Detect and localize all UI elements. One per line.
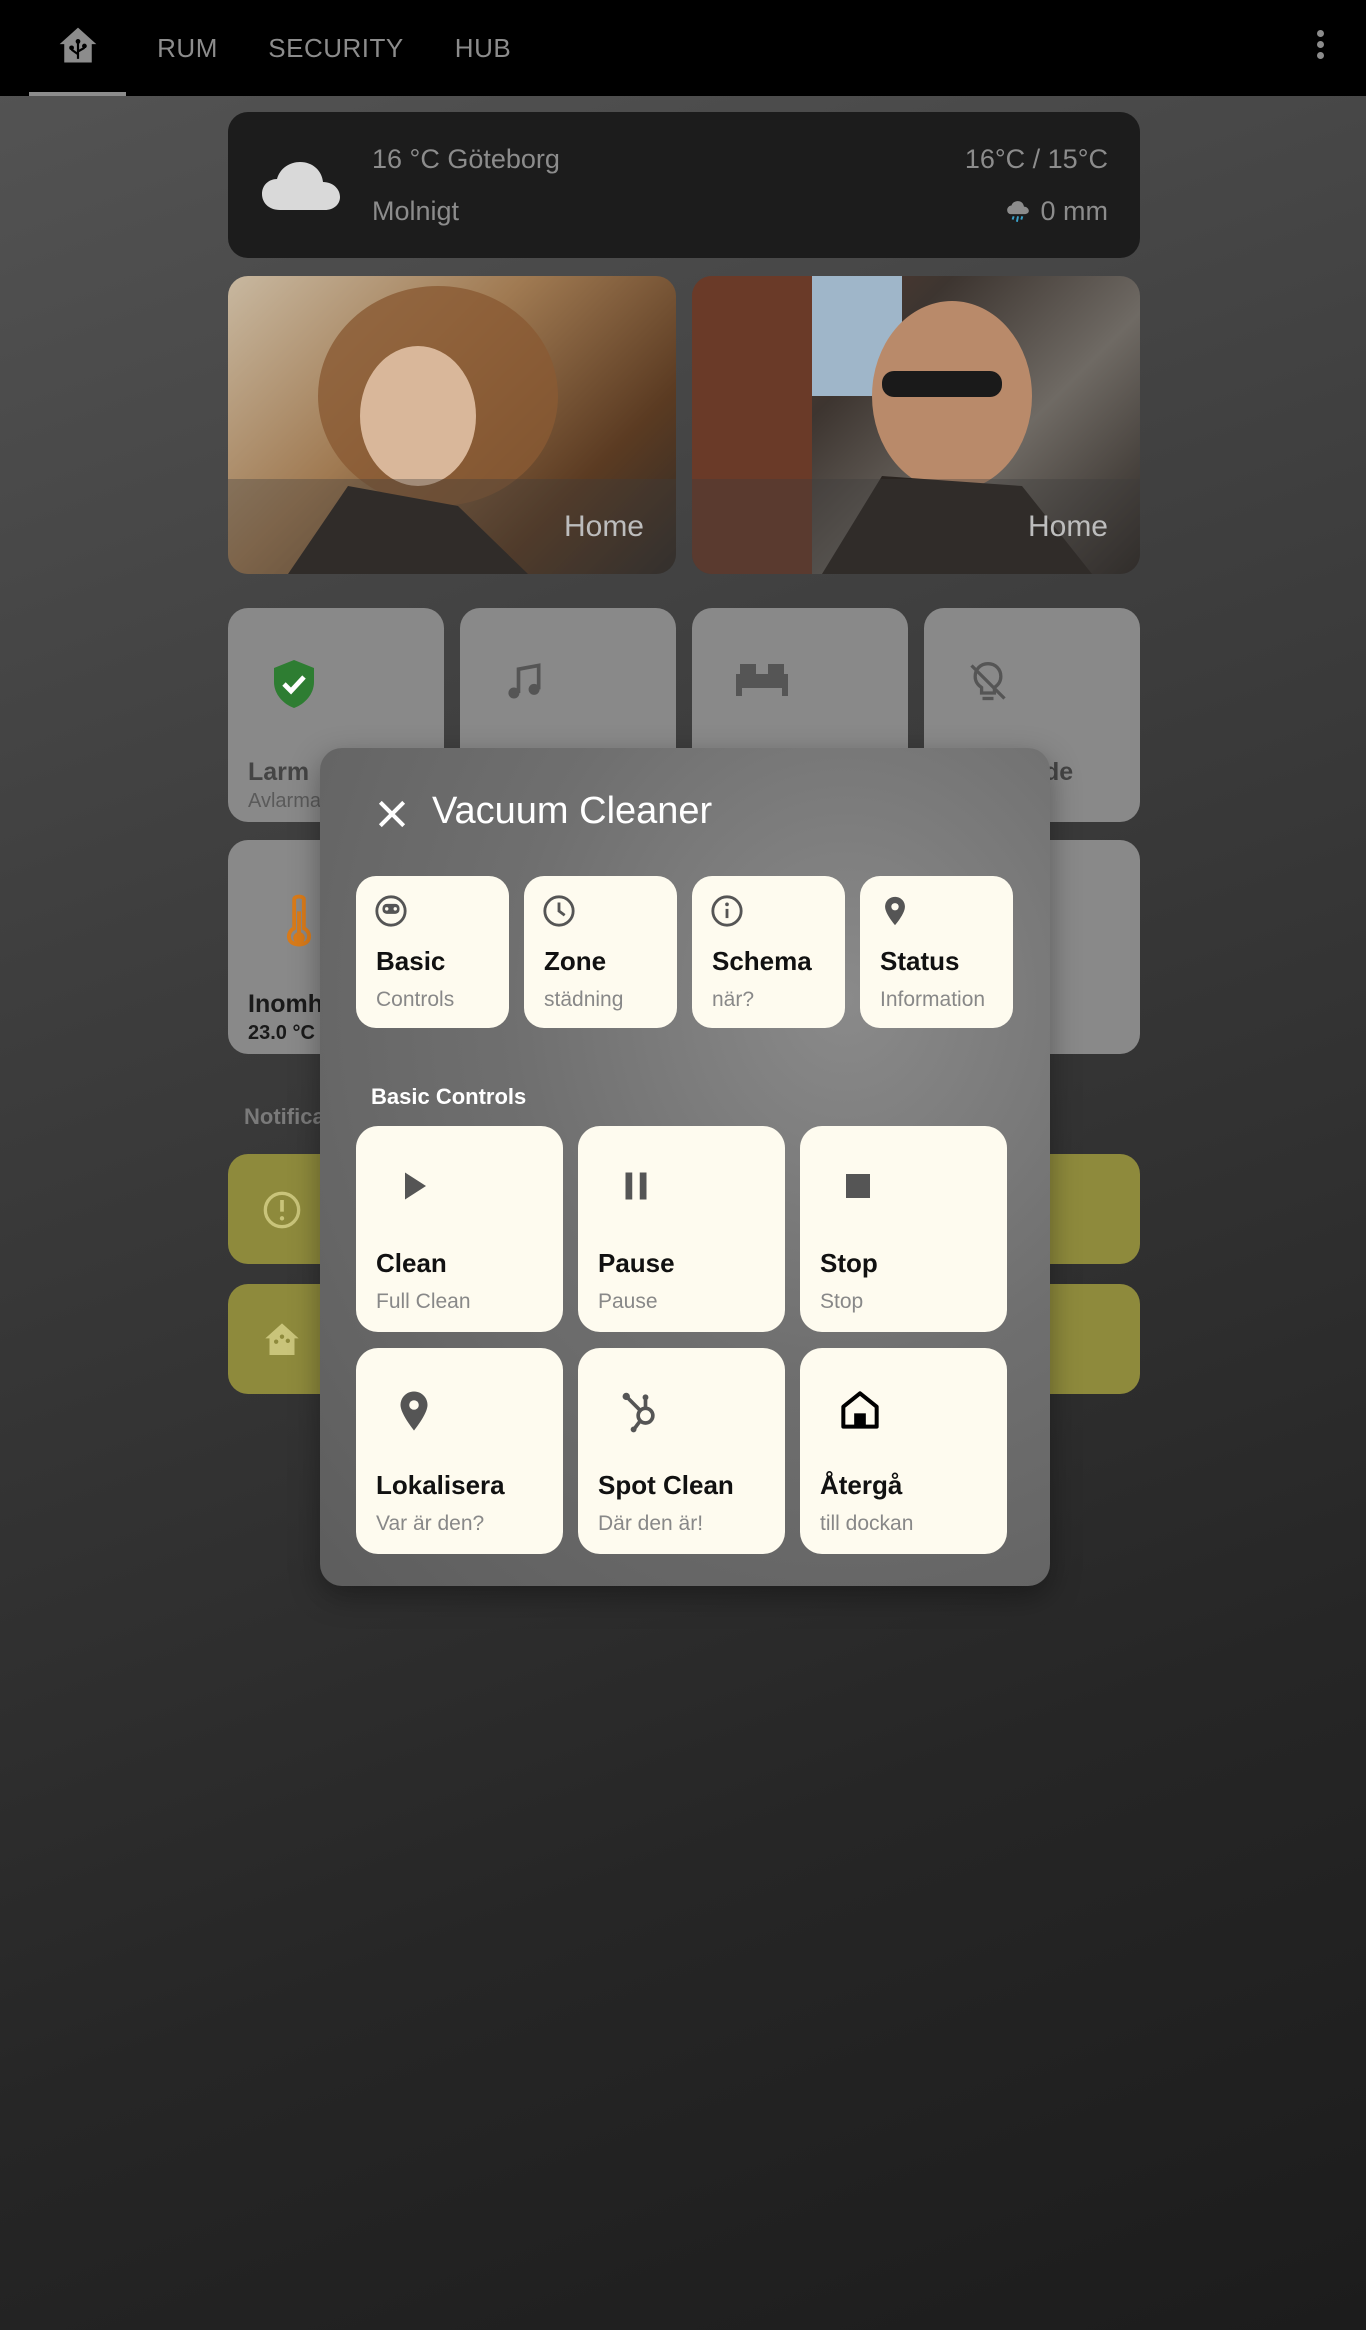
tab-hub[interactable]: HUB xyxy=(448,0,518,96)
clean-button[interactable]: Clean Full Clean xyxy=(356,1126,563,1332)
control-title: Stop xyxy=(820,1248,878,1278)
stop-icon xyxy=(846,1174,870,1198)
music-note-icon xyxy=(508,663,541,699)
clock-icon xyxy=(543,895,575,927)
hubspot-icon xyxy=(622,1392,655,1433)
tab-basic[interactable]: Basic Controls xyxy=(356,876,509,1028)
notifications-heading: Notifica xyxy=(244,1104,325,1129)
control-subtitle: Var är den? xyxy=(376,1512,485,1535)
control-subtitle: Full Clean xyxy=(376,1290,471,1313)
pause-icon xyxy=(625,1172,647,1200)
control-title: Spot Clean xyxy=(598,1470,734,1500)
weather-card[interactable]: 16 °C Göteborg Molnigt 16°C / 15°C 0 mm xyxy=(228,112,1140,258)
info-icon xyxy=(711,895,743,927)
return-to-dock-button[interactable]: Återgå till dockan xyxy=(800,1348,1007,1554)
person-card[interactable]: Home xyxy=(228,276,676,574)
shield-check-icon xyxy=(274,660,314,708)
spot-clean-button[interactable]: Spot Clean Där den är! xyxy=(578,1348,785,1554)
control-title: Återgå xyxy=(820,1470,903,1500)
person-state: Home xyxy=(1027,510,1108,543)
tab-zone[interactable]: Zone städning xyxy=(524,876,677,1028)
tile-title: Larm xyxy=(248,758,310,786)
top-app-bar: RUM SECURITY HUB xyxy=(0,0,1366,96)
tab-subtitle: städning xyxy=(544,988,624,1011)
weather-location-temp: 16 °C Göteborg xyxy=(372,144,560,174)
alert-circle-icon xyxy=(263,1191,301,1229)
dialog-title: Vacuum Cleaner xyxy=(432,790,713,832)
weather-condition: Molnigt xyxy=(372,196,460,226)
tile-subtitle: 23.0 °C xyxy=(248,1022,315,1044)
rain-cloud-icon xyxy=(1006,200,1029,222)
stop-button[interactable]: Stop Stop xyxy=(800,1126,1007,1332)
map-marker-icon xyxy=(400,1391,428,1431)
tile-subtitle: Avlarma xyxy=(248,790,321,812)
bed-icon xyxy=(736,664,788,696)
more-vertical-icon[interactable] xyxy=(1302,30,1338,66)
tab-title: Schema xyxy=(712,946,812,976)
map-marker-icon xyxy=(885,896,905,926)
tab-title: Zone xyxy=(544,946,607,976)
weather-precipitation: 0 mm xyxy=(1005,196,1109,227)
control-title: Pause xyxy=(598,1248,675,1278)
thermometer-icon xyxy=(286,894,312,947)
locate-button[interactable]: Lokalisera Var är den? xyxy=(356,1348,563,1554)
control-subtitle: till dockan xyxy=(820,1512,914,1535)
close-icon[interactable] xyxy=(372,794,412,834)
tile-title: Inomh xyxy=(248,990,323,1018)
tab-status[interactable]: Status Information xyxy=(860,876,1013,1028)
play-icon xyxy=(405,1172,426,1200)
control-title: Clean xyxy=(376,1248,447,1278)
person-card[interactable]: Home xyxy=(692,276,1140,574)
control-subtitle: Där den är! xyxy=(598,1512,704,1535)
precipitation-value: 0 mm xyxy=(1040,196,1109,226)
tab-subtitle: när? xyxy=(712,988,755,1011)
home-assistant-icon xyxy=(59,27,96,63)
tab-subtitle: Information xyxy=(880,988,986,1011)
tab-schema[interactable]: Schema när? xyxy=(692,876,845,1028)
home-assistant-icon xyxy=(265,1323,299,1355)
tab-title: Status xyxy=(880,946,960,976)
vacuum-dialog: Vacuum Cleaner Basic Controls Zone städn… xyxy=(320,748,1050,1586)
control-title: Lokalisera xyxy=(376,1470,505,1500)
control-subtitle: Stop xyxy=(820,1290,864,1313)
tab-home[interactable] xyxy=(29,0,126,96)
pause-button[interactable]: Pause Pause xyxy=(578,1126,785,1332)
weather-temp-range: 16°C / 15°C xyxy=(964,144,1108,174)
control-subtitle: Pause xyxy=(598,1290,658,1313)
person-state: Home xyxy=(563,510,644,543)
robot-vacuum-icon xyxy=(375,895,407,927)
tab-security[interactable]: SECURITY xyxy=(266,0,406,96)
tab-subtitle: Controls xyxy=(376,988,455,1011)
section-title: Basic Controls xyxy=(371,1084,527,1109)
tab-rum[interactable]: RUM xyxy=(150,0,225,96)
cloud-icon xyxy=(262,162,340,210)
tab-title: Basic xyxy=(376,946,446,976)
lightbulb-off-icon xyxy=(970,662,1006,701)
home-dock-icon xyxy=(841,1391,879,1429)
